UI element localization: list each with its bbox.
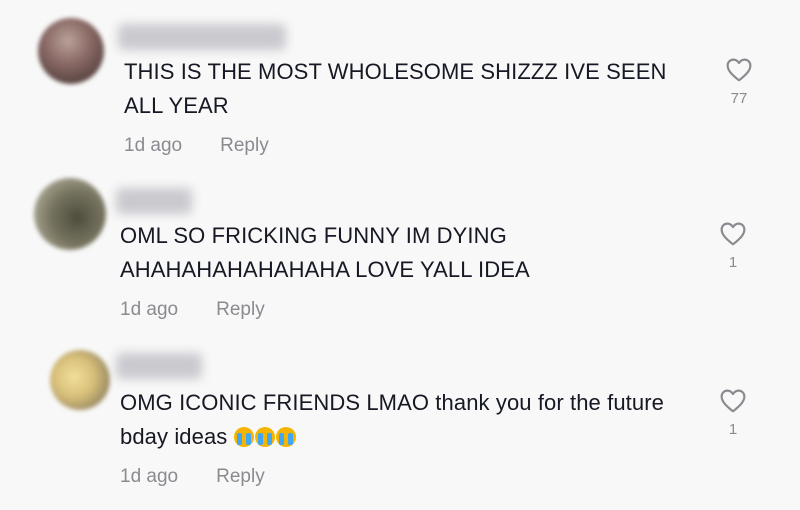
comment-text: OML SO FRICKING FUNNY IM DYING AHAHAHAHA… xyxy=(120,223,530,282)
comment-time: 1d ago xyxy=(124,135,183,156)
heart-outline-icon xyxy=(726,58,752,82)
username-redacted[interactable] xyxy=(116,188,192,214)
comment-text: THIS IS THE MOST WHOLESOME SHIZZZ IVE SE… xyxy=(124,59,667,118)
username-redacted[interactable] xyxy=(116,353,202,379)
like-count: 1 xyxy=(728,254,738,271)
like-button[interactable]: 1 xyxy=(713,221,753,271)
like-count: 1 xyxy=(728,421,738,438)
avatar[interactable] xyxy=(38,18,104,84)
reply-button[interactable]: Reply xyxy=(216,466,265,487)
comment-text-body: OMG ICONIC FRIENDS LMAO thank you for th… xyxy=(120,390,664,449)
loudly-crying-face-icon xyxy=(275,427,296,447)
loudly-crying-face-icon xyxy=(233,427,254,447)
heart-outline-icon xyxy=(720,389,746,413)
heart-outline-icon xyxy=(720,222,746,246)
loudly-crying-face-icon xyxy=(254,427,275,447)
comment-list: THIS IS THE MOST WHOLESOME SHIZZZ IVE SE… xyxy=(0,0,800,510)
reply-button[interactable]: Reply xyxy=(220,135,269,156)
comment-meta: 1d ago Reply xyxy=(120,466,265,488)
reply-button[interactable]: Reply xyxy=(216,299,265,320)
like-count: 77 xyxy=(730,90,748,107)
comment-meta: 1d ago Reply xyxy=(120,299,265,321)
avatar[interactable] xyxy=(34,178,106,250)
username-redacted[interactable] xyxy=(118,24,286,50)
like-button[interactable]: 77 xyxy=(719,57,759,107)
comment-time: 1d ago xyxy=(120,299,179,320)
avatar[interactable] xyxy=(50,350,110,410)
comment-meta: 1d ago Reply xyxy=(124,135,269,157)
comment-text: OMG ICONIC FRIENDS LMAO thank you for th… xyxy=(120,386,664,454)
like-button[interactable]: 1 xyxy=(713,388,753,438)
comment-time: 1d ago xyxy=(120,466,179,487)
